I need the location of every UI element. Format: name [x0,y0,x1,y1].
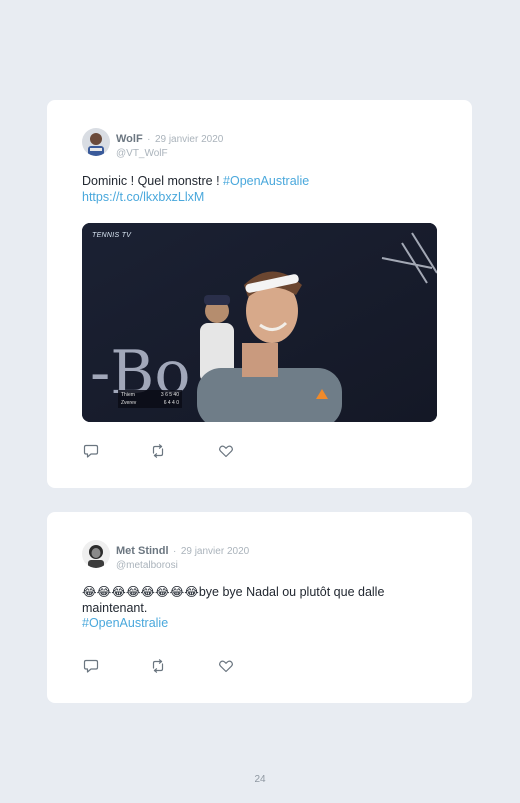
media-watermark: TENNIS TV [92,232,132,239]
retweet-button[interactable] [150,443,166,459]
author-handle[interactable]: @metalborosi [116,560,249,571]
tweet-card: Met Stindl · 29 janvier 2020 @metalboros… [47,512,472,703]
author-handle[interactable]: @VT_WolF [116,148,223,159]
reply-icon [83,444,99,458]
scoreboard-score: 3 6 5 40 [160,392,179,398]
page-number: 24 [254,774,266,785]
author-name[interactable]: Met Stindl [116,545,169,557]
tweet-text-content: Dominic ! Quel monstre ! [82,174,224,188]
avatar[interactable] [82,540,110,568]
tweet-url-link[interactable]: https://t.co/lkxbxzLlxM [82,190,204,204]
tweet-meta: Met Stindl · 29 janvier 2020 @metalboros… [116,541,249,571]
hashtag-link[interactable]: #OpenAustralie [82,616,168,630]
scoreboard-score: 6 4 4 0 [163,400,179,406]
tweet-card: WolF · 29 janvier 2020 @VT_WolF Dominic … [47,100,472,488]
tweet-text-content: 😂😂😂😂😂😂😂😂bye bye Nadal ou plutôt que dall… [82,585,385,615]
reply-button[interactable] [83,443,99,459]
avatar[interactable] [82,128,110,156]
author-name[interactable]: WolF [116,133,143,145]
like-button[interactable] [218,443,234,459]
retweet-button[interactable] [150,658,166,674]
reply-icon [83,659,99,673]
separator: · [173,546,177,557]
scoreboard-player: Thiem [121,392,135,398]
tweet-date[interactable]: 29 janvier 2020 [155,134,223,145]
retweet-icon [152,444,164,458]
heart-icon [219,660,233,673]
like-button[interactable] [218,658,234,674]
tweet-text: Dominic ! Quel monstre ! #OpenAustralie … [82,174,432,205]
hashtag-link[interactable]: #OpenAustralie [223,174,309,188]
tweet-text: 😂😂😂😂😂😂😂😂bye bye Nadal ou plutôt que dall… [82,585,432,632]
tweet-date[interactable]: 29 janvier 2020 [181,546,249,557]
reply-button[interactable] [83,658,99,674]
scoreboard: Thiem 3 6 5 40 Zverev 6 4 4 0 [118,390,182,408]
tweet-media[interactable]: -Bo TENNIS TV Thiem 3 6 5 40 Zverev 6 4 … [82,223,437,422]
tweet-meta: WolF · 29 janvier 2020 @VT_WolF [116,129,223,159]
retweet-icon [152,659,164,673]
separator: · [147,134,151,145]
heart-icon [219,445,233,458]
scoreboard-player: Zverev [121,400,137,406]
